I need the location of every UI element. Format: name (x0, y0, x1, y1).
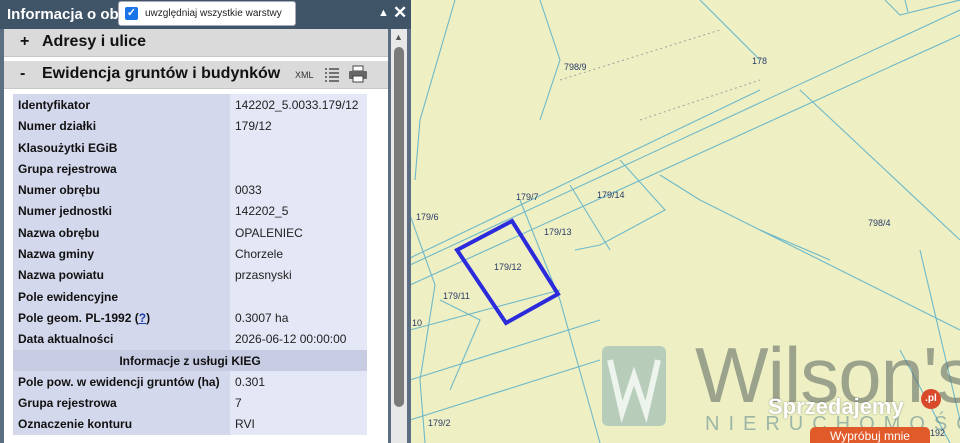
attr-key: Data aktualności (13, 328, 230, 350)
table-row: Pole geom. PL-1992 (?) 0.3007 ha (13, 306, 367, 329)
attr-key: Oznaczenie konturu (13, 413, 230, 435)
section-land-register[interactable]: - Ewidencja gruntów i budynków XML (4, 61, 388, 89)
attr-value (230, 136, 367, 158)
scrollbar-thumb[interactable] (394, 47, 404, 407)
parcel-label: 179/7 (516, 192, 539, 202)
table-row: Numer działki 179/12 (13, 115, 367, 137)
parcel-label: 179/13 (544, 227, 572, 237)
table-row: Grupa rejestrowa (13, 157, 367, 180)
table-row: Numer obrębu 0033 (13, 179, 367, 201)
attr-value: 0033 (230, 179, 367, 201)
attr-value: OPALENIEC (230, 221, 367, 244)
print-icon[interactable] (348, 65, 368, 83)
attr-key: Nazwa gminy (13, 243, 230, 265)
info-panel: Informacja o ob ✓ uwzględniaj wszystkie … (0, 0, 411, 443)
attr-value: 0.3007 ha (230, 306, 367, 329)
parcel-label: 179/12 (494, 262, 522, 272)
table-row: Nazwa gminy Chorzele (13, 243, 367, 265)
attr-value: 142202_5 (230, 200, 367, 222)
attr-key-with-help: Pole geom. PL-1992 (?) (13, 306, 230, 329)
attr-key: Pole ewidencyjne (13, 285, 230, 307)
wilsons-logo-icon (602, 346, 666, 426)
attr-value: 0.301 (230, 370, 367, 393)
attr-value: RVI (230, 413, 367, 435)
marketplace-badge: .pl (921, 389, 941, 409)
table-row: Numer jednostki 142202_5 (13, 200, 367, 222)
attr-key: Nazwa powiatu (13, 264, 230, 286)
attribute-table: Identyfikator 142202_5.0033.179/12 Numer… (13, 94, 367, 435)
panel-body: + Adresy i ulice - Ewidencja gruntów i b… (4, 29, 388, 443)
attr-key: Nazwa obrębu (13, 221, 230, 244)
section-title[interactable]: Ewidencja gruntów i budynków (42, 65, 280, 83)
attr-value: 2026-06-12 00:00:00 (230, 328, 367, 350)
all-layers-label: uwzględniaj wszystkie warstwy (145, 8, 282, 19)
marketplace-watermark: Sprzedajemy (768, 394, 904, 419)
attr-key: Klasoużytki EGiB (13, 136, 230, 158)
xml-icon[interactable]: XML (295, 70, 314, 80)
list-icon[interactable] (324, 66, 340, 82)
section-title[interactable]: Adresy i ulice (42, 33, 146, 51)
table-row: Nazwa obrębu OPALENIEC (13, 221, 367, 244)
table-row: Grupa rejestrowa 7 (13, 392, 367, 414)
attr-key: Numer obrębu (13, 179, 230, 201)
collapse-icon[interactable]: - (20, 65, 25, 83)
panel-scrollbar[interactable]: ▲ (391, 29, 407, 443)
attr-key: Grupa rejestrowa (13, 157, 230, 180)
attr-key-label: Pole geom. PL-1992 (18, 310, 132, 325)
table-row: Nazwa powiatu przasnyski (13, 264, 367, 286)
attr-key: Grupa rejestrowa (13, 392, 230, 414)
panel-title: Informacja o ob (7, 6, 119, 23)
table-row: Klasoużytki EGiB (13, 136, 367, 158)
parcel-label: 798/4 (868, 218, 891, 228)
parcel-label: 179/11 (443, 291, 470, 301)
panel-titlebar[interactable]: Informacja o ob ✓ uwzględniaj wszystkie … (0, 0, 411, 29)
parcel-label: 179/2 (428, 418, 451, 428)
close-icon[interactable]: ✕ (393, 3, 407, 23)
help-link[interactable]: ? (139, 311, 146, 325)
attr-value (230, 157, 367, 180)
try-me-button[interactable]: Wypróbuj mnie (810, 427, 930, 443)
attr-value: Chorzele (230, 243, 367, 265)
attr-value: 7 (230, 392, 367, 414)
kieg-heading: Informacje z usługi KIEG (13, 349, 367, 371)
table-row: Data aktualności 2026-06-12 00:00:00 (13, 328, 367, 350)
attr-key: Identyfikator (13, 94, 230, 116)
table-row: Oznaczenie konturu RVI (13, 413, 367, 435)
expand-icon[interactable]: + (20, 33, 29, 51)
all-layers-checkbox[interactable]: ✓ (125, 7, 138, 20)
attr-key: Pole pow. w ewidencji gruntów (ha) (13, 370, 230, 393)
section-addresses[interactable]: + Adresy i ulice (4, 29, 388, 57)
parcel-label: 798/9 (564, 62, 587, 72)
attr-value: 142202_5.0033.179/12 (230, 94, 367, 116)
parcel-label: 179/14 (597, 190, 625, 200)
table-row: Identyfikator 142202_5.0033.179/12 (13, 94, 367, 116)
parcel-label: 179/6 (416, 212, 439, 222)
parcel-label: 10 (412, 318, 423, 328)
table-row: Pole pow. w ewidencji gruntów (ha) 0.301 (13, 370, 367, 393)
attr-value (230, 285, 367, 307)
attr-key: Numer jednostki (13, 200, 230, 222)
triangle-up-icon[interactable]: ▲ (378, 7, 389, 19)
attr-value: 179/12 (230, 115, 367, 137)
attr-key: Numer działki (13, 115, 230, 137)
table-row: Pole ewidencyjne (13, 285, 367, 307)
scroll-up-icon[interactable]: ▲ (394, 32, 403, 42)
all-layers-option[interactable]: ✓ uwzględniaj wszystkie warstwy (118, 1, 296, 26)
parcel-label: 178 (752, 56, 768, 66)
attr-value: przasnyski (230, 264, 367, 286)
